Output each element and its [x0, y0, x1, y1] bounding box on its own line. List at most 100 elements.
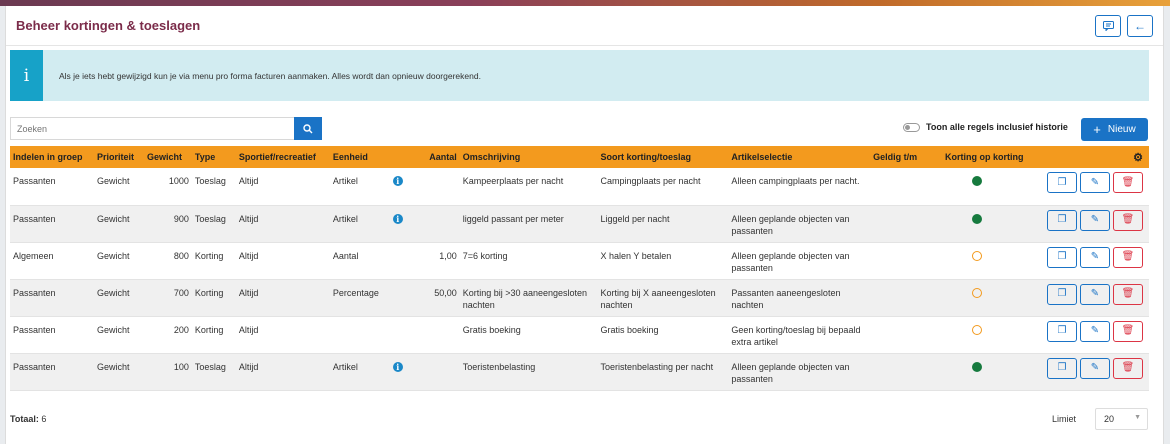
delete-button[interactable]: 🗑: [1113, 209, 1143, 231]
limit-value: 20: [1104, 414, 1115, 424]
copy-button[interactable]: ❐: [1047, 357, 1077, 379]
col-gewicht[interactable]: Gewicht: [144, 146, 192, 168]
trash-icon: 🗑: [1121, 176, 1135, 188]
copy-button[interactable]: ❐: [1047, 320, 1077, 342]
cell-eenheid: Aantal: [329, 242, 390, 280]
search-icon: [303, 123, 313, 133]
col-omschrijving[interactable]: Omschrijving: [460, 146, 598, 168]
cell-eenheid: Artikel: [329, 205, 390, 243]
trash-icon: 🗑: [1121, 251, 1135, 262]
search-input[interactable]: [10, 117, 294, 140]
search-button[interactable]: [294, 117, 322, 140]
cell-type: Toeslag: [191, 205, 236, 243]
cell-actions: ❐ ✎ 🗑: [1044, 205, 1149, 243]
back-button[interactable]: ←: [1127, 14, 1153, 37]
cell-type: Korting: [191, 316, 236, 354]
table-row: Passanten Gewicht 900 Toeslag Altijd Artikel i…: [10, 205, 1149, 243]
cell-eenheid: Artikel: [329, 353, 390, 391]
history-toggle[interactable]: Toon alle regels inclusief historie: [903, 122, 1068, 132]
edit-button[interactable]: ✎: [1080, 246, 1110, 268]
info-circle-icon[interactable]: i: [392, 213, 403, 224]
gear-icon[interactable]: ⚙: [1133, 152, 1143, 164]
cell-sportief: Altijd: [235, 353, 330, 391]
cell-artikelselectie: Alleen geplande objecten van passanten: [728, 353, 871, 391]
cell-geldig: [870, 242, 942, 280]
copy-icon: ❐: [1057, 251, 1067, 262]
cell-geldig: [870, 353, 942, 391]
cell-artikelselectie: Geen korting/toeslag bij bepaald extra a…: [728, 316, 871, 354]
col-geldig[interactable]: Geldig t/m: [870, 146, 942, 168]
col-groep[interactable]: Indelen in groep: [10, 146, 94, 168]
limit-label: Limiet: [1052, 414, 1077, 424]
cell-sportief: Altijd: [235, 205, 330, 243]
copy-button[interactable]: ❐: [1047, 209, 1077, 231]
delete-button[interactable]: 🗑: [1113, 283, 1143, 305]
copy-button[interactable]: ❐: [1047, 172, 1077, 193]
status-dot-active: [972, 213, 982, 224]
cell-gewicht: 100: [143, 353, 192, 391]
delete-button[interactable]: 🗑: [1113, 246, 1143, 268]
delete-button[interactable]: 🗑: [1113, 172, 1143, 193]
cell-prioriteit: Gewicht: [93, 353, 144, 391]
copy-icon: ❐: [1057, 362, 1067, 373]
copy-icon: ❐: [1057, 214, 1067, 225]
cell-gewicht: 700: [143, 279, 192, 317]
cell-actions: ❐ ✎ 🗑: [1044, 316, 1149, 354]
col-info: [390, 146, 414, 168]
cell-eenheid: Percentage: [329, 279, 390, 317]
delete-button[interactable]: 🗑: [1113, 320, 1143, 342]
info-icon: i: [10, 50, 43, 101]
edit-button[interactable]: ✎: [1080, 172, 1110, 193]
copy-button[interactable]: ❐: [1047, 246, 1077, 268]
limit-select[interactable]: 20 ▼: [1095, 408, 1148, 430]
info-circle-icon[interactable]: i: [392, 361, 403, 372]
cell-aantal: [413, 316, 460, 354]
cell-gewicht: 900: [143, 205, 192, 243]
cell-prioriteit: Gewicht: [93, 168, 144, 206]
page-title: Beheer kortingen & toeslagen: [16, 18, 201, 33]
discounts-table: Indelen in groep Prioriteit Gewicht Type…: [10, 146, 1149, 391]
cell-korting-op-korting: [942, 205, 1044, 243]
edit-button[interactable]: ✎: [1080, 283, 1110, 305]
toggle-label: Toon alle regels inclusief historie: [926, 122, 1068, 132]
table-row: Passanten Gewicht 200 Korting Altijd Gratis b…: [10, 316, 1149, 354]
col-settings[interactable]: ⚙: [1044, 146, 1149, 168]
status-dot-active: [972, 176, 982, 186]
chevron-down-icon: ▼: [1134, 414, 1141, 421]
toggle-switch[interactable]: [903, 122, 920, 132]
edit-button[interactable]: ✎: [1080, 320, 1110, 342]
cell-prioriteit: Gewicht: [93, 242, 144, 280]
copy-icon: ❐: [1057, 288, 1067, 299]
table-row: Passanten Gewicht 1000 Toeslag Altijd Artikel…: [10, 168, 1149, 206]
cell-groep: Passanten: [10, 279, 94, 317]
cell-geldig: [870, 205, 942, 243]
new-button-label: Nieuw: [1107, 124, 1136, 135]
col-korting-op-korting[interactable]: Korting op korting: [942, 146, 1044, 168]
cell-actions: ❐ ✎ 🗑: [1044, 279, 1149, 317]
new-button[interactable]: + Nieuw: [1081, 118, 1148, 141]
col-artikelselectie[interactable]: Artikelselectie: [728, 146, 870, 168]
col-prioriteit[interactable]: Prioriteit: [94, 146, 144, 168]
cell-geldig: [870, 316, 942, 354]
info-circle-icon[interactable]: i: [392, 176, 403, 186]
cell-groep: Passanten: [10, 316, 94, 354]
cell-gewicht: 200: [143, 316, 192, 354]
table-row: Passanten Gewicht 100 Toeslag Altijd Artikel i…: [10, 353, 1149, 391]
trash-icon: 🗑: [1121, 325, 1135, 336]
cell-info: [389, 242, 414, 280]
table-row: Algemeen Gewicht 800 Korting Altijd Aantal 1,0…: [10, 242, 1149, 280]
cell-soort: Korting bij X aaneengesloten nachten: [597, 279, 729, 317]
comment-button[interactable]: [1095, 14, 1121, 37]
copy-button[interactable]: ❐: [1047, 283, 1077, 305]
trash-icon: 🗑: [1121, 362, 1135, 373]
delete-button[interactable]: 🗑: [1113, 357, 1143, 379]
col-type[interactable]: Type: [192, 146, 236, 168]
col-eenheid[interactable]: Eenheid: [330, 146, 390, 168]
edit-button[interactable]: ✎: [1080, 209, 1110, 231]
col-soort[interactable]: Soort korting/toeslag: [598, 146, 729, 168]
col-sportief[interactable]: Sportief/recreatief: [236, 146, 330, 168]
edit-button[interactable]: ✎: [1080, 357, 1110, 379]
col-aantal[interactable]: Aantal: [414, 146, 460, 168]
table-row: Passanten Gewicht 700 Korting Altijd Percenta…: [10, 279, 1149, 317]
cell-soort: Toeristenbelasting per nacht: [597, 353, 729, 391]
